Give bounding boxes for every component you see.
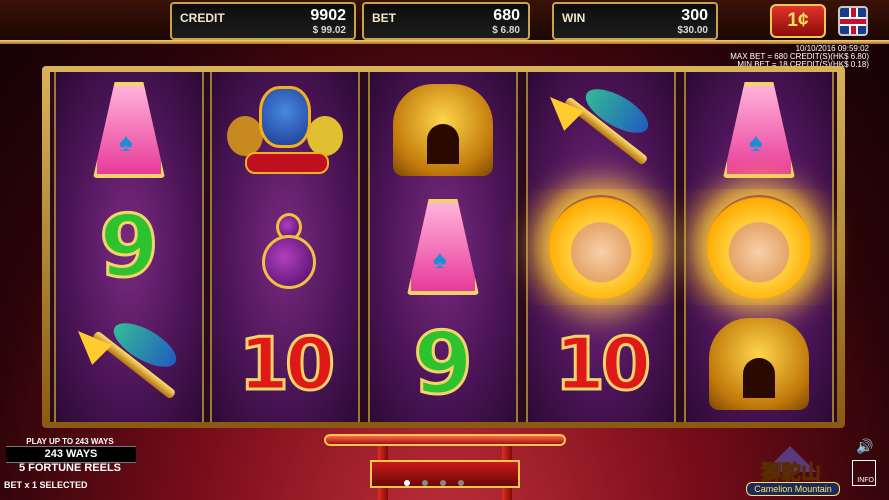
A-icon: ♠ — [93, 82, 165, 178]
credit-label: CREDIT — [180, 11, 225, 25]
ways-box: 243 WAYS — [6, 446, 136, 463]
page-dot[interactable] — [440, 480, 446, 486]
reel-3: ♠ 9 — [368, 72, 518, 422]
credit-meter: CREDIT 9902 $ 99.02 — [170, 2, 356, 40]
lion-icon — [709, 318, 809, 410]
page-dot[interactable] — [422, 480, 428, 486]
symbol-9: 9 — [370, 306, 516, 422]
symbol-spear — [528, 72, 674, 188]
info-button[interactable]: INFO — [852, 460, 876, 486]
logo-subtitle: Camelion Mountain — [746, 482, 840, 496]
symbol-gourd — [212, 189, 358, 305]
win-value: 300 — [681, 7, 708, 24]
symbol-monkey — [686, 189, 832, 305]
reels-area[interactable]: ♠ 9 10 ♠ 9 10 ♠ — [50, 72, 837, 422]
symbol-monkey — [528, 189, 674, 305]
fortune-reels-text: 5 FORTUNE REELS — [18, 462, 122, 474]
A-icon: ♠ — [407, 199, 479, 295]
bet-label: BET — [372, 11, 396, 25]
credit-value: 9902 — [310, 7, 346, 24]
page-dot[interactable] — [458, 480, 464, 486]
symbol-spear — [56, 306, 202, 422]
game-logo: 獅駝山 Camelion Mountain — [736, 446, 846, 496]
symbol-10: 10 — [212, 306, 358, 422]
bet-money: $ 6.80 — [492, 25, 520, 36]
gourd-icon — [248, 205, 322, 289]
win-meter: WIN 300 $30.00 — [552, 2, 718, 40]
reel-4: 10 — [526, 72, 676, 422]
reel-1: ♠ 9 — [54, 72, 204, 422]
bet-meter: BET 680 $ 6.80 — [362, 2, 530, 40]
10-icon: 10 — [553, 321, 652, 408]
ways-text: 243 WAYS — [44, 448, 98, 460]
lion-icon — [393, 84, 493, 176]
symbol-lion — [686, 306, 832, 422]
9-icon: 9 — [412, 313, 475, 416]
10-icon: 10 — [237, 321, 336, 408]
spin-rod[interactable] — [324, 434, 566, 446]
symbol-9: 9 — [56, 189, 202, 305]
reel-frame: ♠ 9 10 ♠ 9 10 ♠ — [42, 66, 845, 428]
spin-stand[interactable] — [322, 434, 568, 500]
speaker-icon[interactable]: 🔊 — [856, 438, 873, 455]
page-indicator — [404, 480, 464, 486]
bet-value: 680 — [493, 7, 520, 24]
language-flag-icon[interactable] — [838, 6, 868, 36]
9-icon: 9 — [98, 196, 161, 299]
win-label: WIN — [562, 11, 586, 25]
denomination-button[interactable]: 1¢ — [770, 4, 826, 38]
monkey-icon — [707, 195, 811, 299]
reel-5: ♠ — [684, 72, 834, 422]
symbol-beasts — [212, 72, 358, 188]
spear-icon — [540, 80, 656, 170]
reel-2: 10 — [210, 72, 360, 422]
win-money: $30.00 — [677, 25, 708, 36]
play-up-text: PLAY UP TO 243 WAYS — [26, 437, 114, 446]
bet-selected-text: BET x 1 SELECTED — [4, 480, 88, 490]
page-dot[interactable] — [404, 480, 410, 486]
symbol-A: ♠ — [686, 72, 832, 188]
monkey-icon — [549, 195, 653, 299]
symbol-A: ♠ — [370, 189, 516, 305]
logo-title: 獅駝山 — [761, 460, 822, 485]
A-icon: ♠ — [723, 82, 795, 178]
symbol-lion — [370, 72, 516, 188]
beasts-icon — [225, 82, 345, 178]
credit-money: $ 99.02 — [312, 25, 346, 36]
symbol-10: 10 — [528, 306, 674, 422]
spear-icon — [68, 314, 184, 404]
symbol-A: ♠ — [56, 72, 202, 188]
